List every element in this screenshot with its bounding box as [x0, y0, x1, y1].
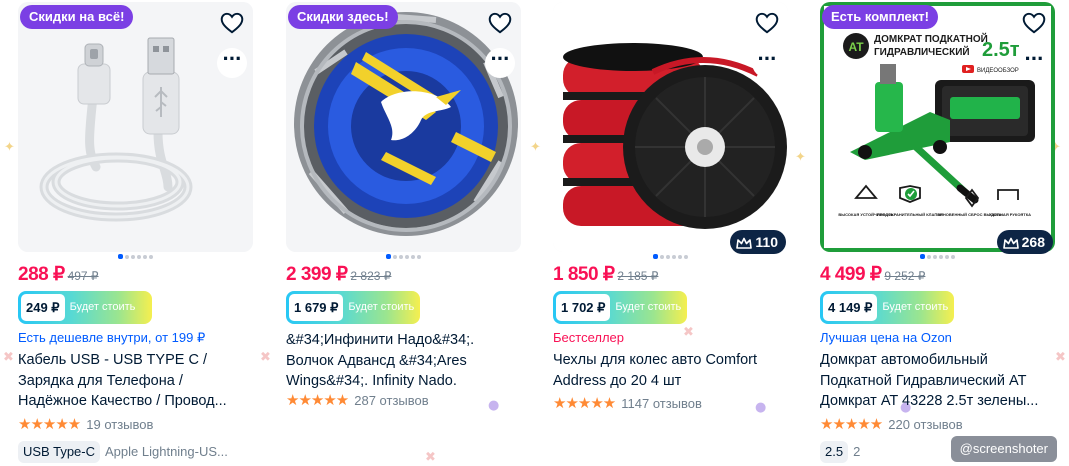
background-sparkle: ✖ [3, 350, 14, 365]
price-row: 288 ₽497 ₽ [18, 263, 99, 286]
variant-chip[interactable]: 2.5 [820, 441, 849, 463]
image-pagination [553, 254, 788, 260]
popularity-count: 110 [755, 234, 778, 250]
card-price-badge: 249 ₽ Будет стоить [18, 291, 152, 324]
variant-more[interactable]: 2 [853, 444, 860, 459]
price-row: 2 399 ₽2 823 ₽ [286, 263, 391, 286]
product-card[interactable]: Скидки здесь! ··· 2 399 ₽2 823 ₽ 1 679 ₽… [286, 2, 521, 466]
review-count[interactable]: 287 отзывов [354, 393, 428, 408]
product-title[interactable]: Домкрат автомобильный Подкатной Гидравли… [820, 350, 1055, 412]
heart-icon[interactable] [219, 10, 245, 36]
more-options-icon[interactable]: ··· [217, 48, 247, 78]
star-rating-icon: ★★★★★ [553, 394, 616, 412]
image-headline-2: ГИДРАВЛИЧЕСКИЙ [874, 45, 970, 58]
crown-icon [736, 237, 753, 249]
image-feature-2: ПРЕДОХРАНИТЕЛЬНЫЙ КЛАПАН [877, 212, 943, 217]
promo-link[interactable]: Есть дешевле внутри, от 199 ₽ [18, 330, 205, 346]
variant-chip[interactable]: USB Type-C [18, 441, 101, 463]
background-sparkle: ✦ [4, 140, 15, 155]
current-price: 4 499 ₽ [820, 264, 882, 285]
promo-badge: Скидки здесь! [288, 5, 398, 29]
variant-more[interactable]: Apple Lightning-US... [105, 444, 228, 459]
image-pagination [18, 254, 253, 260]
brand-logo-text: AT [848, 40, 864, 54]
heart-icon[interactable] [1021, 10, 1047, 36]
card-price-label: Будет стоить [348, 301, 415, 313]
star-rating-icon: ★★★★★ [820, 415, 883, 433]
price-row: 1 850 ₽2 185 ₽ [553, 263, 658, 286]
screenshoter-watermark: @screenshoter [950, 436, 1057, 462]
review-count[interactable]: 220 отзывов [888, 417, 962, 432]
variant-chips: 2.5 2 [820, 441, 860, 463]
image-pagination [286, 254, 521, 260]
product-image[interactable]: ··· [553, 2, 788, 252]
product-title[interactable]: Чехлы для колес авто Comfort Address до … [553, 350, 788, 391]
rating-row: ★★★★★ 220 отзывов [820, 415, 963, 433]
bestseller-label: Бестселлер [553, 330, 624, 345]
card-price-badge: 1 702 ₽ Будет стоить [553, 291, 687, 324]
more-options-icon[interactable]: ··· [1019, 48, 1049, 78]
card-price-value: 1 702 ₽ [556, 294, 611, 321]
wheel-covers-illustration [553, 2, 788, 252]
heart-icon[interactable] [487, 10, 513, 36]
more-options-icon[interactable]: ··· [485, 48, 515, 78]
old-price: 2 185 ₽ [617, 269, 659, 283]
current-price: 2 399 ₽ [286, 264, 348, 285]
product-card[interactable]: AT ДОМКРАТ ПОДКАТНОЙ ГИДРАВЛИЧЕСКИЙ 2.5т… [820, 2, 1055, 466]
card-price-label: Будет стоить [882, 301, 949, 313]
card-price-value: 1 679 ₽ [289, 294, 344, 321]
heart-icon[interactable] [754, 10, 780, 36]
current-price: 288 ₽ [18, 264, 65, 285]
product-grid: Скидки на всё! ··· 288 ₽497 ₽ 249 ₽ Будет… [18, 2, 1058, 466]
product-image[interactable]: Скидки на всё! ··· [18, 2, 253, 252]
product-image[interactable]: Скидки здесь! ··· [286, 2, 521, 252]
best-price-label[interactable]: Лучшая цена на Ozon [820, 330, 952, 345]
product-card[interactable]: ··· 110 1 850 ₽2 185 ₽ 1 702 ₽ Будет стои… [553, 2, 788, 466]
image-feature-4: УДОБНАЯ РУКОЯТКА [989, 212, 1031, 217]
image-capacity: 2.5т [982, 39, 1020, 61]
card-price-label: Будет стоить [69, 301, 136, 313]
rating-row: ★★★★★ 287 отзывов [286, 391, 429, 409]
product-title[interactable]: &#34;Инфинити Надо&#34;. Волчок Адвансд … [286, 330, 521, 392]
rating-row: ★★★★★ 1147 отзывов [553, 394, 702, 412]
crown-icon [1002, 237, 1019, 249]
popularity-count: 268 [1021, 234, 1045, 250]
promo-badge: Скидки на всё! [20, 5, 134, 29]
review-count[interactable]: 19 отзывов [86, 417, 153, 432]
review-count[interactable]: 1147 отзывов [621, 396, 702, 411]
old-price: 9 252 ₽ [884, 269, 926, 283]
card-price-value: 249 ₽ [21, 294, 65, 321]
product-card[interactable]: Скидки на всё! ··· 288 ₽497 ₽ 249 ₽ Будет… [18, 2, 253, 466]
variant-chips: USB Type-C Apple Lightning-US... [18, 441, 228, 463]
popularity-badge: 110 [730, 230, 786, 254]
product-image[interactable]: AT ДОМКРАТ ПОДКАТНОЙ ГИДРАВЛИЧЕСКИЙ 2.5т… [820, 2, 1055, 252]
promo-badge: Есть комплект! [822, 5, 938, 29]
rating-row: ★★★★★ 19 отзывов [18, 415, 153, 433]
star-rating-icon: ★★★★★ [286, 391, 349, 409]
image-video-label: ВИДЕООБЗОР [977, 68, 1019, 74]
star-rating-icon: ★★★★★ [18, 415, 81, 433]
product-title[interactable]: Кабель USB - USB TYPE C / Зарядка для Те… [18, 350, 253, 412]
image-pagination [820, 254, 1055, 260]
card-price-badge: 4 149 ₽ Будет стоить [820, 291, 954, 324]
hydraulic-jack-illustration: AT ДОМКРАТ ПОДКАТНОЙ ГИДРАВЛИЧЕСКИЙ 2.5т… [820, 2, 1055, 252]
card-price-value: 4 149 ₽ [823, 294, 878, 321]
popularity-badge: 268 [996, 230, 1053, 254]
old-price: 2 823 ₽ [350, 269, 392, 283]
more-options-icon[interactable]: ··· [752, 48, 782, 78]
image-headline-1: ДОМКРАТ ПОДКАТНОЙ [874, 32, 988, 45]
old-price: 497 ₽ [67, 269, 99, 283]
spinning-top-illustration [286, 2, 521, 252]
usb-cable-illustration [18, 2, 253, 252]
card-price-label: Будет стоить [615, 301, 682, 313]
price-row: 4 499 ₽9 252 ₽ [820, 263, 925, 286]
current-price: 1 850 ₽ [553, 264, 615, 285]
card-price-badge: 1 679 ₽ Будет стоить [286, 291, 420, 324]
